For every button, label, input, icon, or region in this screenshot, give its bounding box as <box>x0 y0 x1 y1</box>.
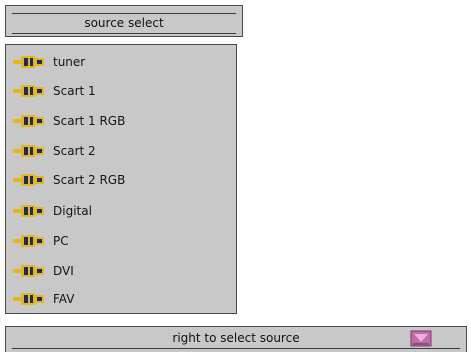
source-item-scart-2[interactable]: Scart 2 <box>6 137 236 165</box>
title-bar: source select <box>5 5 243 37</box>
scart-connector-icon <box>13 235 44 247</box>
hint-bar: right to select source <box>5 326 467 352</box>
source-select-screen: source select tuner Scart 1 Scart 1 RGB … <box>0 0 471 352</box>
source-item-tuner[interactable]: tuner <box>6 48 236 76</box>
source-item-label: tuner <box>53 55 86 69</box>
scart-connector-icon <box>13 265 44 277</box>
scart-connector-icon <box>13 174 44 186</box>
scart-connector-icon <box>13 85 44 97</box>
source-item-label: PC <box>53 234 69 248</box>
source-item-fav[interactable]: FAV <box>6 285 236 313</box>
source-item-label: Scart 1 RGB <box>53 114 126 128</box>
scart-connector-icon <box>13 205 44 217</box>
scart-connector-icon <box>13 145 44 157</box>
scart-connector-icon <box>13 56 44 68</box>
source-item-pc[interactable]: PC <box>6 227 236 255</box>
source-list: tuner Scart 1 Scart 1 RGB Scart 2 Scart … <box>5 44 237 314</box>
source-item-scart-1-rgb[interactable]: Scart 1 RGB <box>6 107 236 135</box>
source-item-label: Scart 2 <box>53 144 96 158</box>
source-item-label: Digital <box>53 204 92 218</box>
page-title: source select <box>84 16 164 30</box>
source-item-label: DVI <box>53 264 74 278</box>
source-item-label: Scart 1 <box>53 84 96 98</box>
source-item-label: Scart 2 RGB <box>53 173 126 187</box>
title-rule-bottom <box>12 33 236 34</box>
scart-connector-icon <box>13 293 44 305</box>
hint-text: right to select source <box>172 331 300 345</box>
scart-connector-icon <box>13 115 44 127</box>
source-item-digital[interactable]: Digital <box>6 197 236 225</box>
source-item-label: FAV <box>53 292 75 306</box>
menu-icon[interactable] <box>410 330 432 347</box>
source-item-dvi[interactable]: DVI <box>6 257 236 285</box>
hint-rule-bottom <box>12 348 460 349</box>
source-item-scart-1[interactable]: Scart 1 <box>6 77 236 105</box>
source-item-scart-2-rgb[interactable]: Scart 2 RGB <box>6 166 236 194</box>
